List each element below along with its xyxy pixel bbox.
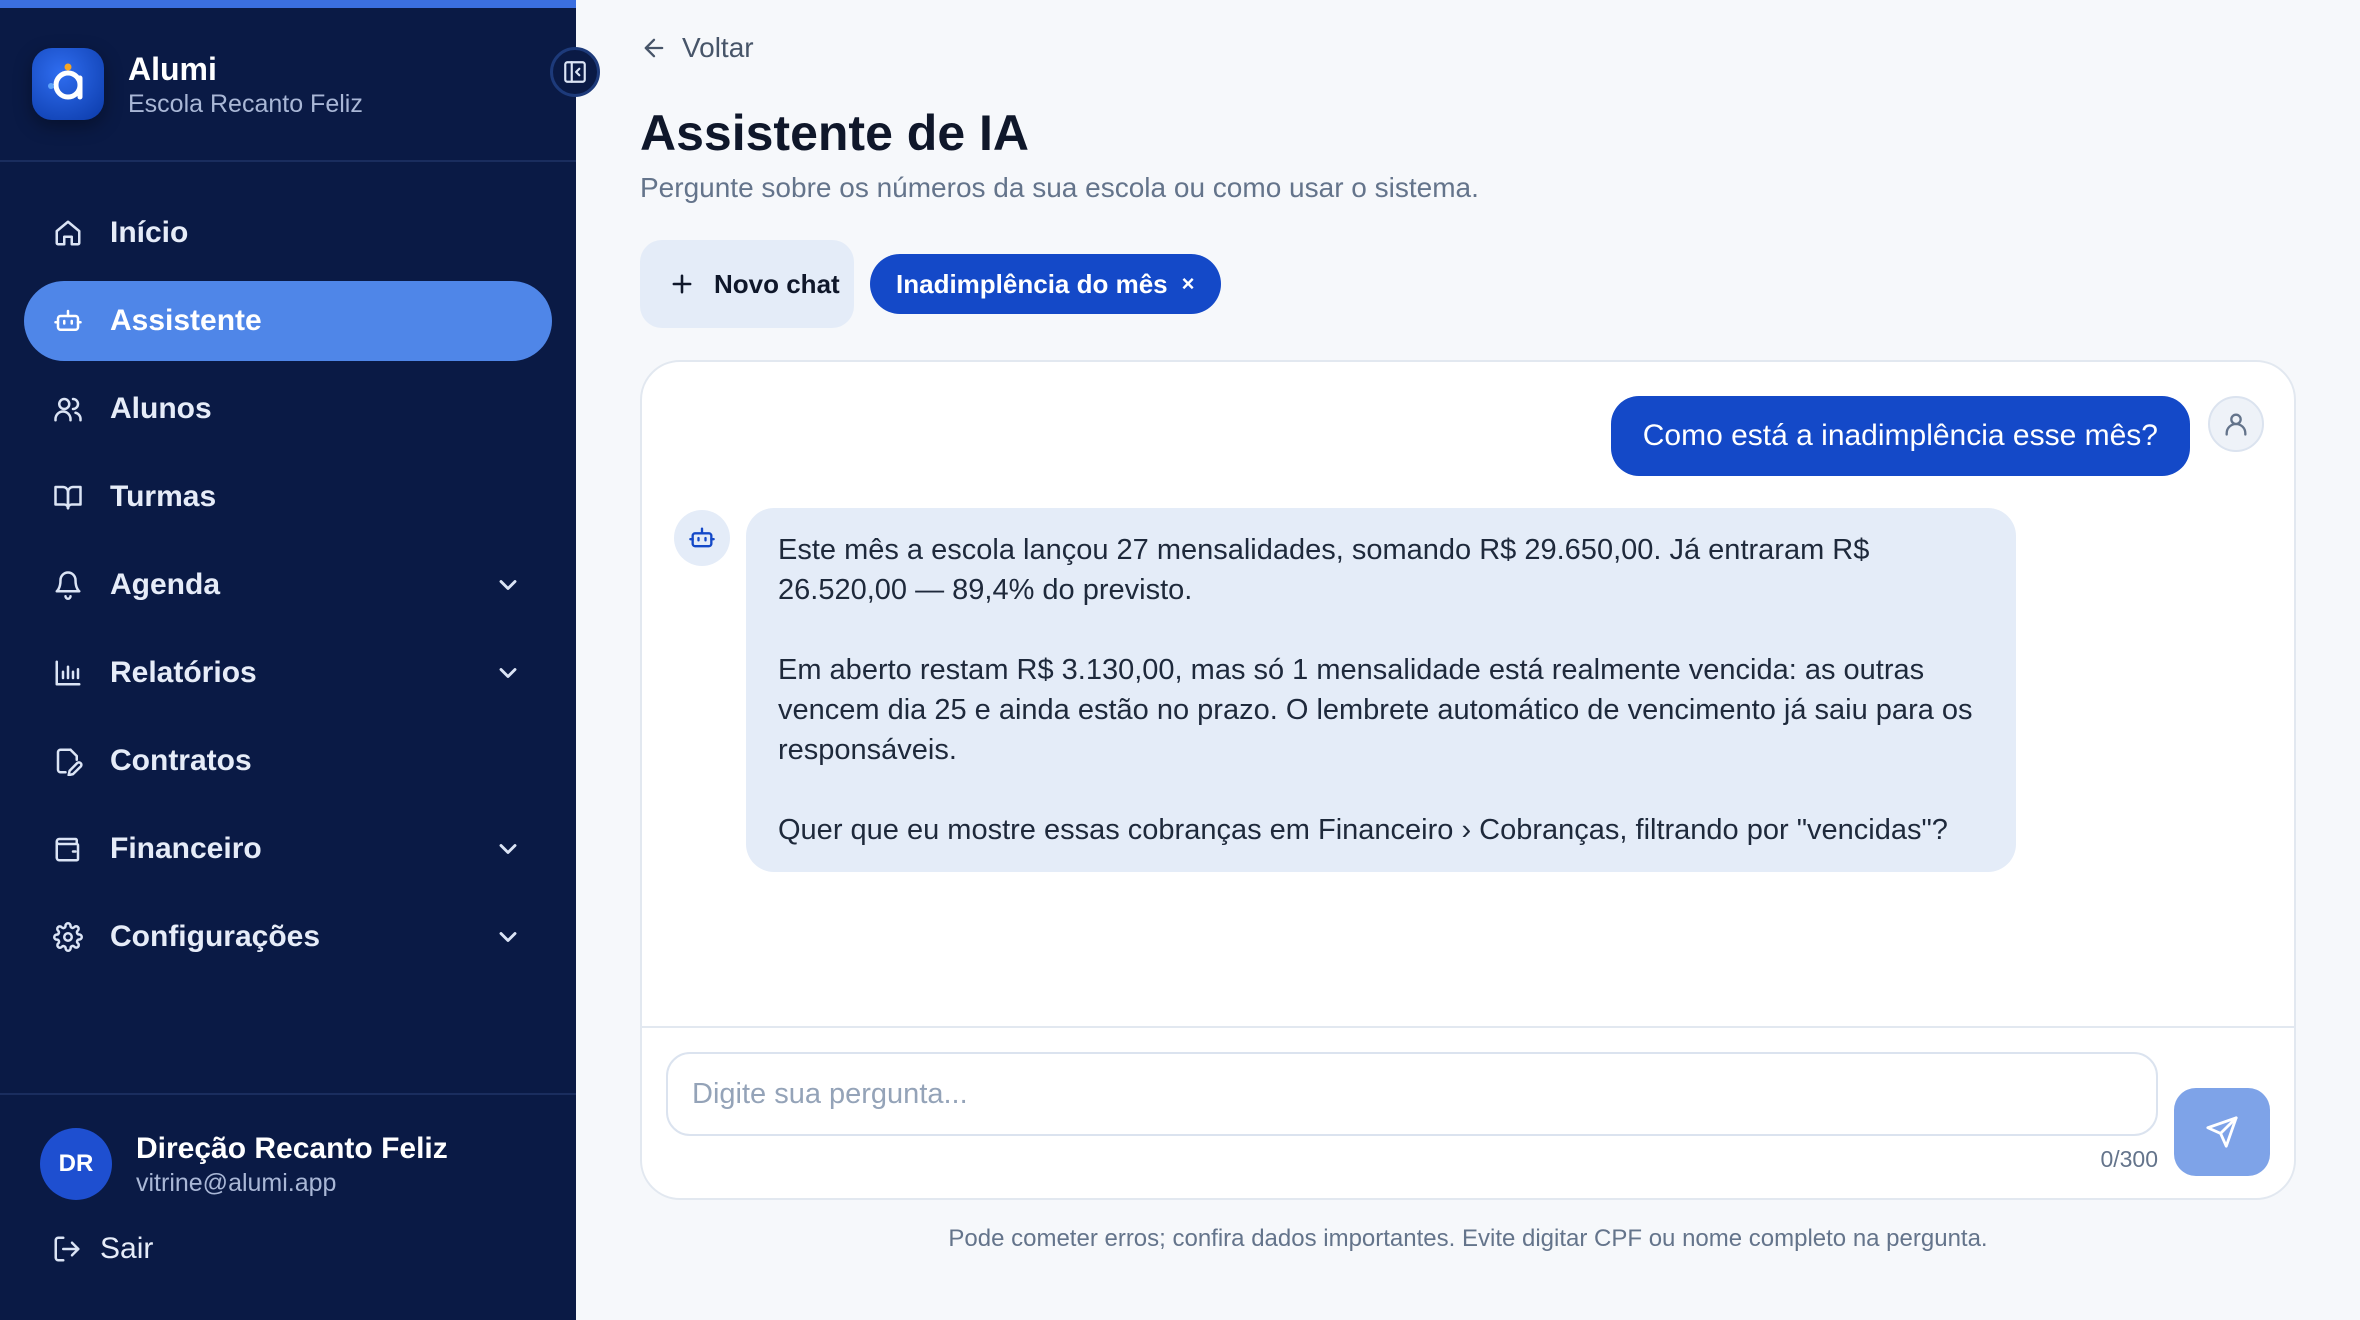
sidebar-item-label: Agenda: [110, 568, 221, 601]
sidebar-item-turmas[interactable]: Turmas: [24, 457, 552, 537]
assistant-message-bubble: Este mês a escola lançou 27 mensalidades…: [746, 508, 2016, 872]
bot-avatar-icon: [674, 510, 730, 566]
chevron-down-icon: [499, 580, 517, 590]
chevron-down-icon: [499, 932, 517, 942]
char-counter: 0/300: [2100, 1146, 2158, 1172]
user-message-bubble: Como está a inadimplência esse mês?: [1610, 396, 2190, 476]
back-link[interactable]: Voltar: [640, 32, 754, 64]
new-chat-label: Novo chat: [714, 268, 840, 299]
sidebar-item-configuracoes[interactable]: Configurações: [24, 897, 552, 977]
sidebar-item-relatorios[interactable]: Relatórios: [24, 633, 552, 713]
composer: Digite sua pergunta... 0/300: [642, 1026, 2294, 1198]
divider: [0, 1093, 576, 1095]
send-icon: [2206, 1116, 2238, 1148]
sidebar-item-label: Início: [110, 216, 189, 249]
arrow-left-icon: [644, 38, 664, 58]
assistant-message-paragraph: Quer que eu mostre essas cobranças em Fi…: [778, 814, 1948, 846]
alumi-logo-icon: [32, 48, 104, 120]
user-name: Direção Recanto Feliz: [136, 1132, 448, 1165]
question-input[interactable]: Digite sua pergunta...: [666, 1052, 2158, 1136]
sidebar-item-contratos[interactable]: Contratos: [24, 721, 552, 801]
book-icon: [52, 481, 84, 513]
user-email: vitrine@alumi.app: [136, 1169, 337, 1197]
assistant-message-paragraph: Em aberto restam R$ 3.130,00, mas só 1 m…: [778, 654, 1973, 766]
user-avatar-icon: [2208, 396, 2264, 452]
sidebar-item-inicio[interactable]: Início: [24, 193, 552, 273]
sidebar-item-label: Assistente: [110, 304, 262, 337]
sidebar-item-financeiro[interactable]: Financeiro: [24, 809, 552, 889]
chat-panel: Como está a inadimplência esse mês? Este…: [640, 360, 2296, 1200]
bot-icon: [52, 305, 84, 337]
bell-icon: [52, 569, 84, 601]
chevron-down-icon: [499, 668, 517, 678]
logout-label: Sair: [100, 1232, 154, 1265]
sidebar-item-label: Turmas: [110, 480, 217, 513]
app-name: Alumi: [128, 51, 217, 87]
plus-icon: [672, 274, 692, 294]
page-subtitle: Pergunte sobre os números da sua escola …: [640, 172, 1479, 203]
chart-icon: [52, 657, 84, 689]
send-button[interactable]: [2174, 1088, 2270, 1176]
logout-button[interactable]: Sair: [52, 1232, 153, 1266]
avatar: DR: [40, 1128, 112, 1200]
logout-icon: [54, 1236, 80, 1262]
page-title: Assistente de IA: [640, 105, 1030, 161]
sidebar-collapse-icon: [564, 61, 586, 83]
assistant-message-paragraph: Este mês a escola lançou 27 mensalidades…: [778, 534, 1870, 606]
chat-tab-label: Inadimplência do mês: [896, 268, 1168, 299]
sidebar-item-agenda[interactable]: Agenda: [24, 545, 552, 625]
sidebar-item-label: Relatórios: [110, 656, 257, 689]
wallet-icon: [52, 833, 84, 865]
collapse-sidebar-button[interactable]: [550, 47, 600, 97]
gear-icon: [52, 921, 84, 953]
brand: Alumi Escola Recanto Feliz: [32, 48, 363, 120]
divider: [0, 160, 576, 162]
sidebar-item-label: Financeiro: [110, 832, 262, 865]
disclaimer: Pode cometer erros; confira dados import…: [948, 1225, 1988, 1252]
sidebar-item-assistente[interactable]: Assistente: [24, 281, 552, 361]
close-icon[interactable]: ×: [1182, 271, 1195, 297]
school-name: Escola Recanto Feliz: [128, 90, 363, 118]
home-icon: [52, 217, 84, 249]
back-label: Voltar: [682, 32, 754, 63]
sidebar: Alumi Escola Recanto Feliz Início Assist…: [0, 0, 576, 1320]
top-accent-line: [0, 0, 576, 8]
active-chat-tab[interactable]: Inadimplência do mês ×: [870, 254, 1221, 314]
sidebar-item-label: Configurações: [110, 920, 321, 953]
sidebar-item-label: Alunos: [110, 392, 212, 425]
sidebar-nav: Início Assistente Alunos Turmas Agenda R…: [24, 193, 552, 985]
user-profile[interactable]: DR Direção Recanto Feliz vitrine@alumi.a…: [40, 1128, 448, 1200]
sidebar-item-label: Contratos: [110, 744, 252, 777]
users-icon: [52, 393, 84, 425]
new-chat-button[interactable]: Novo chat: [640, 240, 854, 328]
chevron-down-icon: [499, 844, 517, 854]
contract-icon: [52, 745, 84, 777]
sidebar-item-alunos[interactable]: Alunos: [24, 369, 552, 449]
